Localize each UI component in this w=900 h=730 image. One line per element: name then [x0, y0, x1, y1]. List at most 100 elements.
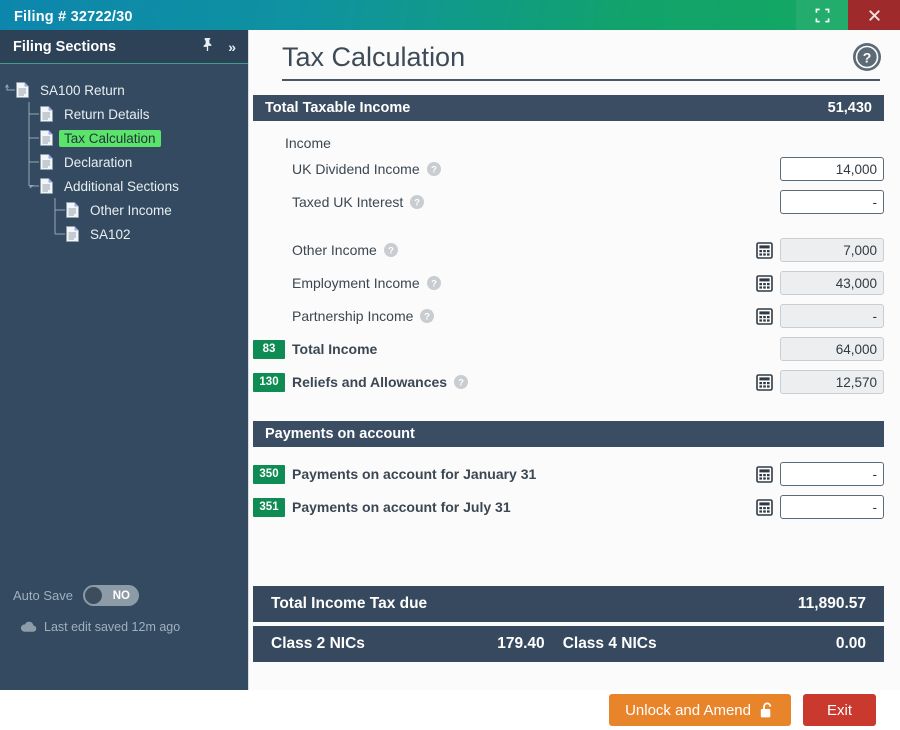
field-row-partnership-income: Partnership Income ?	[249, 301, 900, 331]
help-icon[interactable]: ?	[427, 276, 441, 290]
box-number-badge: 83	[253, 340, 285, 359]
field-row-reliefs-and-allowances: 130 Reliefs and Allowances ?	[249, 367, 900, 397]
tree-item-tax-calculation[interactable]: Tax Calculation	[0, 126, 248, 150]
svg-text:?: ?	[863, 50, 872, 66]
total-income-tax-due-label: Total Income Tax due	[271, 595, 427, 613]
svg-text:?: ?	[388, 246, 394, 257]
tree-item-sa102[interactable]: SA102	[0, 222, 248, 246]
input-partnership-income	[780, 304, 884, 328]
class4-nics-value: 0.00	[836, 635, 866, 653]
calculator-icon[interactable]	[756, 466, 773, 483]
tree-branch-icon	[54, 204, 66, 216]
help-button[interactable]: ?	[852, 42, 882, 72]
chevron-double-right-icon: »	[228, 39, 236, 55]
field-row-uk-dividend-income: UK Dividend Income ?	[249, 154, 900, 184]
calculator-icon[interactable]	[756, 499, 773, 516]
exit-label: Exit	[827, 702, 852, 719]
field-label-taxed-uk-interest: Taxed UK Interest	[292, 194, 403, 210]
tree-item-additional-sections[interactable]: Additional Sections	[0, 174, 248, 198]
field-row-employment-income: Employment Income ?	[249, 268, 900, 298]
unlock-and-amend-button[interactable]: Unlock and Amend	[609, 694, 791, 726]
field-label-employment-income: Employment Income	[292, 275, 420, 291]
fullscreen-icon	[815, 8, 830, 23]
svg-text:?: ?	[431, 165, 437, 176]
totals-area: Total Income Tax due 11,890.57 Class 2 N…	[253, 586, 884, 662]
tree-item-label: Other Income	[85, 202, 177, 219]
autosave-label: Auto Save	[13, 588, 73, 603]
exit-button[interactable]: Exit	[803, 694, 876, 726]
collapse-sidebar-button[interactable]: »	[228, 39, 242, 55]
close-button[interactable]	[848, 0, 900, 30]
help-icon[interactable]: ?	[410, 195, 424, 209]
tree-item-label: SA100 Return	[35, 82, 130, 99]
total-taxable-income-bar: Total Taxable Income 51,430	[253, 95, 884, 121]
document-icon	[40, 178, 53, 194]
field-label-payments-july: Payments on account for July 31	[292, 499, 511, 515]
cloud-icon	[20, 621, 37, 633]
tree-item-sa100-return[interactable]: SA100 Return	[0, 78, 248, 102]
title-divider	[282, 79, 880, 81]
field-label-partnership-income: Partnership Income	[292, 308, 413, 324]
tree-item-label: Return Details	[59, 106, 155, 123]
tree-item-label: Declaration	[59, 154, 137, 171]
autosave-area: Auto Save NO Last edit saved 12m ago	[13, 585, 238, 634]
document-icon	[66, 226, 79, 242]
class4-nics-label: Class 4 NICs	[563, 635, 657, 653]
last-edit-text: Last edit saved 12m ago	[44, 620, 180, 634]
total-taxable-income-value: 51,430	[828, 100, 872, 116]
calculator-icon[interactable]	[756, 242, 773, 259]
autosave-toggle[interactable]: NO	[83, 585, 139, 606]
unlock-padlock-icon	[760, 702, 775, 719]
field-row-payments-july: 351 Payments on account for July 31	[249, 492, 900, 522]
document-icon	[40, 106, 53, 122]
help-icon[interactable]: ?	[454, 375, 468, 389]
tree-item-return-details[interactable]: Return Details	[0, 102, 248, 126]
footer-actions: Unlock and Amend Exit	[0, 690, 900, 730]
document-icon	[40, 130, 53, 146]
filing-number-label: Filing # 32722/30	[14, 9, 133, 25]
field-row-total-income: 83 Total Income	[249, 334, 900, 364]
input-uk-dividend-income[interactable]	[780, 157, 884, 181]
help-icon[interactable]: ?	[420, 309, 434, 323]
calculator-icon[interactable]	[756, 308, 773, 325]
help-circle-icon: ?	[852, 59, 882, 76]
svg-text:?: ?	[425, 312, 431, 323]
income-group-label: Income	[249, 121, 900, 151]
input-reliefs-and-allowances	[780, 370, 884, 394]
payments-on-account-label: Payments on account	[265, 426, 415, 442]
class2-nics-label: Class 2 NICs	[271, 635, 365, 653]
calculator-icon[interactable]	[756, 374, 773, 391]
tree-branch-icon	[28, 132, 40, 144]
svg-text:?: ?	[414, 198, 420, 209]
field-label-payments-january: Payments on account for January 31	[292, 466, 536, 482]
pin-icon	[201, 37, 214, 57]
toggle-state-label: NO	[113, 590, 130, 602]
tree-branch-icon	[28, 108, 40, 120]
field-label-reliefs-and-allowances: Reliefs and Allowances	[292, 374, 447, 390]
filing-sections-tree: SA100 Return	[0, 64, 248, 246]
total-taxable-income-label: Total Taxable Income	[265, 100, 410, 116]
box-number-badge: 350	[253, 465, 285, 484]
close-icon	[867, 8, 882, 23]
calculator-icon[interactable]	[756, 275, 773, 292]
pin-sidebar-button[interactable]	[201, 37, 214, 57]
fullscreen-button[interactable]	[796, 0, 848, 30]
help-icon[interactable]: ?	[427, 162, 441, 176]
input-payments-july[interactable]	[780, 495, 884, 519]
tree-branch-icon	[54, 228, 66, 240]
box-number-badge: 351	[253, 498, 285, 517]
help-icon[interactable]: ?	[384, 243, 398, 257]
tree-expander-icon[interactable]	[4, 84, 16, 96]
nics-bar: Class 2 NICs 179.40 Class 4 NICs 0.00	[253, 626, 884, 662]
tree-item-label: SA102	[85, 226, 136, 243]
tree-expander-icon[interactable]	[28, 180, 40, 192]
sidebar-title: Filing Sections	[13, 39, 116, 55]
input-payments-january[interactable]	[780, 462, 884, 486]
field-row-taxed-uk-interest: Taxed UK Interest ?	[249, 187, 900, 217]
input-taxed-uk-interest[interactable]	[780, 190, 884, 214]
tree-item-label: Additional Sections	[59, 178, 184, 195]
tree-item-declaration[interactable]: Declaration	[0, 150, 248, 174]
class2-nics-value: 179.40	[497, 635, 544, 653]
tree-item-other-income[interactable]: Other Income	[0, 198, 248, 222]
filing-sections-sidebar: Filing Sections »	[0, 30, 248, 690]
